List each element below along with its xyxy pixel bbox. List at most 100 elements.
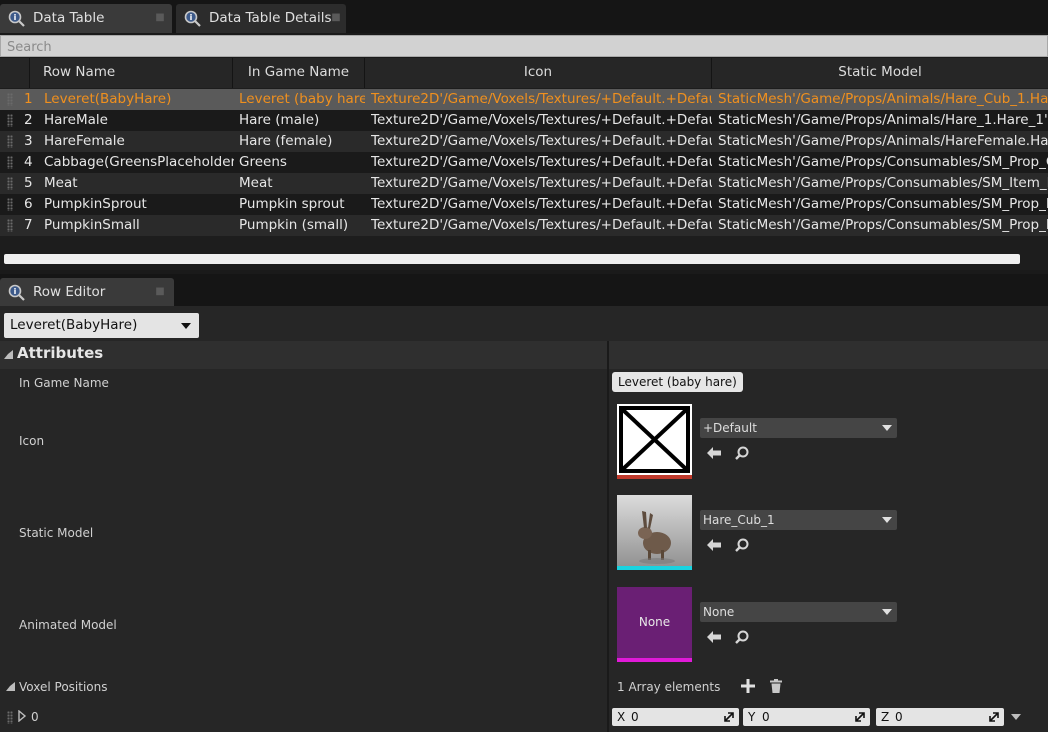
row-name-cell: Cabbage(GreensPlaceholder)	[44, 154, 234, 170]
trash-icon[interactable]	[768, 678, 784, 694]
drag-handle-icon[interactable]	[7, 711, 13, 724]
row-number: 3	[24, 133, 33, 149]
in-game-name-cell: Meat	[239, 175, 273, 191]
row-number: 5	[24, 175, 33, 191]
close-icon[interactable]: ■	[154, 12, 166, 24]
drag-handle-icon[interactable]	[7, 93, 13, 106]
vector-x-field[interactable]: X0	[612, 708, 739, 726]
tab-data-table[interactable]: i Data Table ■	[0, 4, 172, 33]
top-tab-bar: i Data Table ■ i Data Table Details ■	[0, 0, 1048, 33]
icon-cell: Texture2D'/Game/Voxels/Textures/+Default…	[371, 217, 712, 233]
in-game-name-cell: Leveret (baby hare)	[239, 91, 365, 107]
static-model-cell: StaticMesh'/Game/Props/Consumables/SM_Pr…	[718, 196, 1048, 212]
drag-handle-icon[interactable]	[7, 177, 13, 190]
tab-label: Row Editor	[33, 284, 106, 300]
svg-text:i: i	[14, 287, 17, 296]
table-row[interactable]: 2 HareMale Hare (male) Texture2D'/Game/V…	[0, 110, 1048, 131]
tab-label: Data Table Details	[209, 10, 332, 26]
row-number: 4	[24, 154, 33, 170]
axis-label: Y	[748, 710, 756, 724]
in-game-name-cell: Pumpkin (small)	[239, 217, 349, 233]
row-selector-dropdown[interactable]: Leveret(BabyHare)	[4, 313, 199, 338]
tab-label: Data Table	[33, 10, 105, 26]
use-selected-arrow-icon[interactable]	[706, 537, 722, 553]
expand-triangle-icon[interactable]	[17, 710, 27, 722]
use-selected-arrow-icon[interactable]	[706, 629, 722, 645]
add-element-plus-icon[interactable]	[740, 678, 756, 694]
chevron-down-icon	[882, 517, 892, 523]
animated-model-asset-picker[interactable]: None	[700, 602, 897, 622]
in-game-name-cell: Greens	[239, 154, 287, 170]
collapse-triangle-icon[interactable]	[4, 350, 13, 359]
static-model-cell: StaticMesh'/Game/Props/Consumables/SM_It…	[718, 175, 1048, 191]
table-row[interactable]: 4 Cabbage(GreensPlaceholder) Greens Text…	[0, 152, 1048, 173]
column-splitter[interactable]	[607, 341, 609, 732]
info-magnifier-icon: i	[184, 10, 201, 27]
icon-cell: Texture2D'/Game/Voxels/Textures/+Default…	[371, 154, 712, 170]
column-header-static-model[interactable]: Static Model	[712, 58, 1048, 88]
column-header-row-name[interactable]: Row Name	[30, 58, 233, 88]
icon-cell: Texture2D'/Game/Voxels/Textures/+Default…	[371, 91, 712, 107]
vector-x-value: 0	[631, 710, 639, 724]
table-row[interactable]: 1 Leveret(BabyHare) Leveret (baby hare) …	[0, 89, 1048, 110]
axis-label: Z	[881, 710, 890, 724]
row-name-cell: HareFemale	[44, 133, 125, 149]
column-header-in-game-name[interactable]: In Game Name	[233, 58, 365, 88]
static-model-cell: StaticMesh'/Game/Props/Animals/Hare_Cub_…	[718, 91, 1048, 107]
drag-value-arrow-icon[interactable]	[988, 711, 1000, 723]
row-name-cell: Meat	[44, 175, 78, 191]
browse-search-icon[interactable]	[734, 445, 750, 461]
row-name-cell: Leveret(BabyHare)	[44, 91, 172, 107]
search-input[interactable]	[1, 37, 1047, 58]
table-row[interactable]: 5 Meat Meat Texture2D'/Game/Voxels/Textu…	[0, 173, 1048, 194]
in-game-name-field[interactable]: Leveret (baby hare)	[612, 372, 743, 392]
icon-asset-picker[interactable]: +Default	[700, 418, 897, 438]
row-editor-tab-bar: i Row Editor ■	[0, 274, 1048, 306]
vector-y-field[interactable]: Y0	[743, 708, 870, 726]
drag-value-arrow-icon[interactable]	[723, 711, 735, 723]
table-row[interactable]: 3 HareFemale Hare (female) Texture2D'/Ga…	[0, 131, 1048, 152]
icon-thumbnail[interactable]	[617, 404, 692, 479]
column-header-icon[interactable]: Icon	[365, 58, 712, 88]
tab-data-table-details[interactable]: i Data Table Details ■	[176, 4, 346, 33]
chevron-down-icon	[882, 425, 892, 431]
static-model-cell: StaticMesh'/Game/Props/Consumables/SM_Pr…	[718, 154, 1048, 170]
vector-y-value: 0	[762, 710, 770, 724]
attributes-category-header[interactable]: Attributes	[0, 341, 1048, 369]
in-game-name-cell: Hare (female)	[239, 133, 333, 149]
drag-value-arrow-icon[interactable]	[854, 711, 866, 723]
table-row[interactable]: 7 PumpkinSmall Pumpkin (small) Texture2D…	[0, 215, 1048, 236]
close-icon[interactable]: ■	[154, 286, 166, 298]
collapse-triangle-icon[interactable]	[6, 682, 15, 691]
drag-handle-icon[interactable]	[7, 135, 13, 148]
table-header: Row Name In Game Name Icon Static Model	[0, 58, 1048, 88]
tab-row-editor[interactable]: i Row Editor ■	[0, 278, 174, 306]
chevron-down-icon[interactable]	[1011, 714, 1021, 720]
in-game-name-cell: Hare (male)	[239, 112, 320, 128]
drag-handle-icon[interactable]	[7, 156, 13, 169]
static-model-thumbnail[interactable]	[617, 495, 692, 570]
chevron-down-icon	[882, 609, 892, 615]
row-number: 6	[24, 196, 33, 212]
use-selected-arrow-icon[interactable]	[706, 445, 722, 461]
horizontal-scrollbar[interactable]	[4, 254, 1020, 264]
drag-handle-icon[interactable]	[7, 198, 13, 211]
browse-search-icon[interactable]	[734, 537, 750, 553]
voxel-positions-label: Voxel Positions	[19, 680, 108, 694]
icon-asset-value: +Default	[703, 421, 757, 435]
close-icon[interactable]: ■	[330, 12, 342, 24]
drag-handle-icon[interactable]	[7, 114, 13, 127]
vector-z-field[interactable]: Z0	[876, 708, 1004, 726]
vector-z-value: 0	[895, 710, 903, 724]
animated-model-thumbnail[interactable]: None	[617, 587, 692, 662]
icon-cell: Texture2D'/Game/Voxels/Textures/+Default…	[371, 196, 712, 212]
animated-thumbnail-text: None	[638, 615, 671, 629]
static-model-asset-picker[interactable]: Hare_Cub_1	[700, 510, 897, 530]
table-row[interactable]: 6 PumpkinSprout Pumpkin sprout Texture2D…	[0, 194, 1048, 215]
browse-search-icon[interactable]	[734, 629, 750, 645]
drag-handle-icon[interactable]	[7, 219, 13, 232]
icon-cell: Texture2D'/Game/Voxels/Textures/+Default…	[371, 133, 712, 149]
static-model-asset-value: Hare_Cub_1	[703, 513, 775, 527]
in-game-name-cell: Pumpkin sprout	[239, 196, 345, 212]
element-index: 0	[31, 710, 39, 724]
